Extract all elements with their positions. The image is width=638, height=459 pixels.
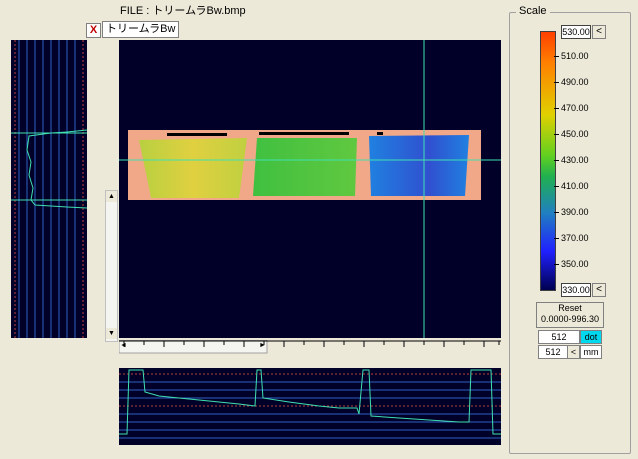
scale-min-input[interactable]: 330.00: [561, 283, 591, 297]
scale-label: 490.00: [561, 77, 589, 87]
thermal-image-view[interactable]: [119, 40, 501, 338]
reset-range: 0.0000-996.30: [540, 314, 600, 324]
reset-label: Reset: [558, 303, 582, 313]
vertical-scrollbar[interactable]: ▲ ▼: [105, 190, 118, 342]
scale-label: 430.00: [561, 155, 589, 165]
scale-tick: [554, 134, 559, 135]
scale-min-arrow-button[interactable]: <: [592, 283, 606, 297]
scale-tick: [554, 108, 559, 109]
vertical-profile-svg: [11, 40, 88, 338]
scale-tick: [554, 264, 559, 265]
scale-label: 370.00: [561, 233, 589, 243]
horizontal-profile-graph: [119, 368, 501, 445]
scale-tick: [554, 212, 559, 213]
scale-tick: [554, 160, 559, 161]
horizontal-profile-svg: [119, 369, 501, 439]
horizontal-ruler[interactable]: ◄ ►: [118, 339, 501, 354]
scale-label: 470.00: [561, 103, 589, 113]
scale-tick: [554, 238, 559, 239]
close-tab-button[interactable]: X: [86, 23, 101, 38]
thermal-image-svg: [119, 40, 501, 338]
scale-tick: [554, 56, 559, 57]
scale-tick: [554, 82, 559, 83]
scale-max-input[interactable]: 530.00: [561, 25, 591, 39]
scale-label: 350.00: [561, 259, 589, 269]
specimen-2: [253, 138, 357, 196]
scale-label: 510.00: [561, 51, 589, 61]
ruler-svg: [118, 339, 501, 354]
reset-button[interactable]: Reset 0.0000-996.30: [536, 302, 604, 328]
scale-title: Scale: [516, 5, 550, 17]
height-field[interactable]: 512: [538, 345, 568, 359]
scroll-down-button[interactable]: ▼: [106, 328, 117, 339]
scroll-right-button[interactable]: ►: [259, 342, 266, 349]
scale-label: 450.00: [561, 129, 589, 139]
specimen-3: [369, 135, 469, 196]
dot-unit-button[interactable]: dot: [580, 330, 602, 344]
scroll-up-button[interactable]: ▲: [106, 191, 117, 202]
scale-tick: [554, 186, 559, 187]
color-scale-bar: [540, 31, 556, 291]
specimen-1: [139, 138, 247, 198]
width-field[interactable]: 512: [538, 330, 580, 344]
scale-max-arrow-button[interactable]: <: [592, 25, 606, 39]
mm-unit-button[interactable]: mm: [580, 345, 602, 359]
tab-image[interactable]: トリームラBw: [102, 21, 180, 38]
scale-label: 410.00: [561, 181, 589, 191]
file-name: FILE : トリームラBw.bmp: [120, 5, 246, 17]
unit-arrow-button[interactable]: <: [567, 345, 580, 359]
vertical-profile-graph: [11, 40, 88, 338]
scale-label: 390.00: [561, 207, 589, 217]
scroll-left-button[interactable]: ◄: [120, 342, 127, 349]
